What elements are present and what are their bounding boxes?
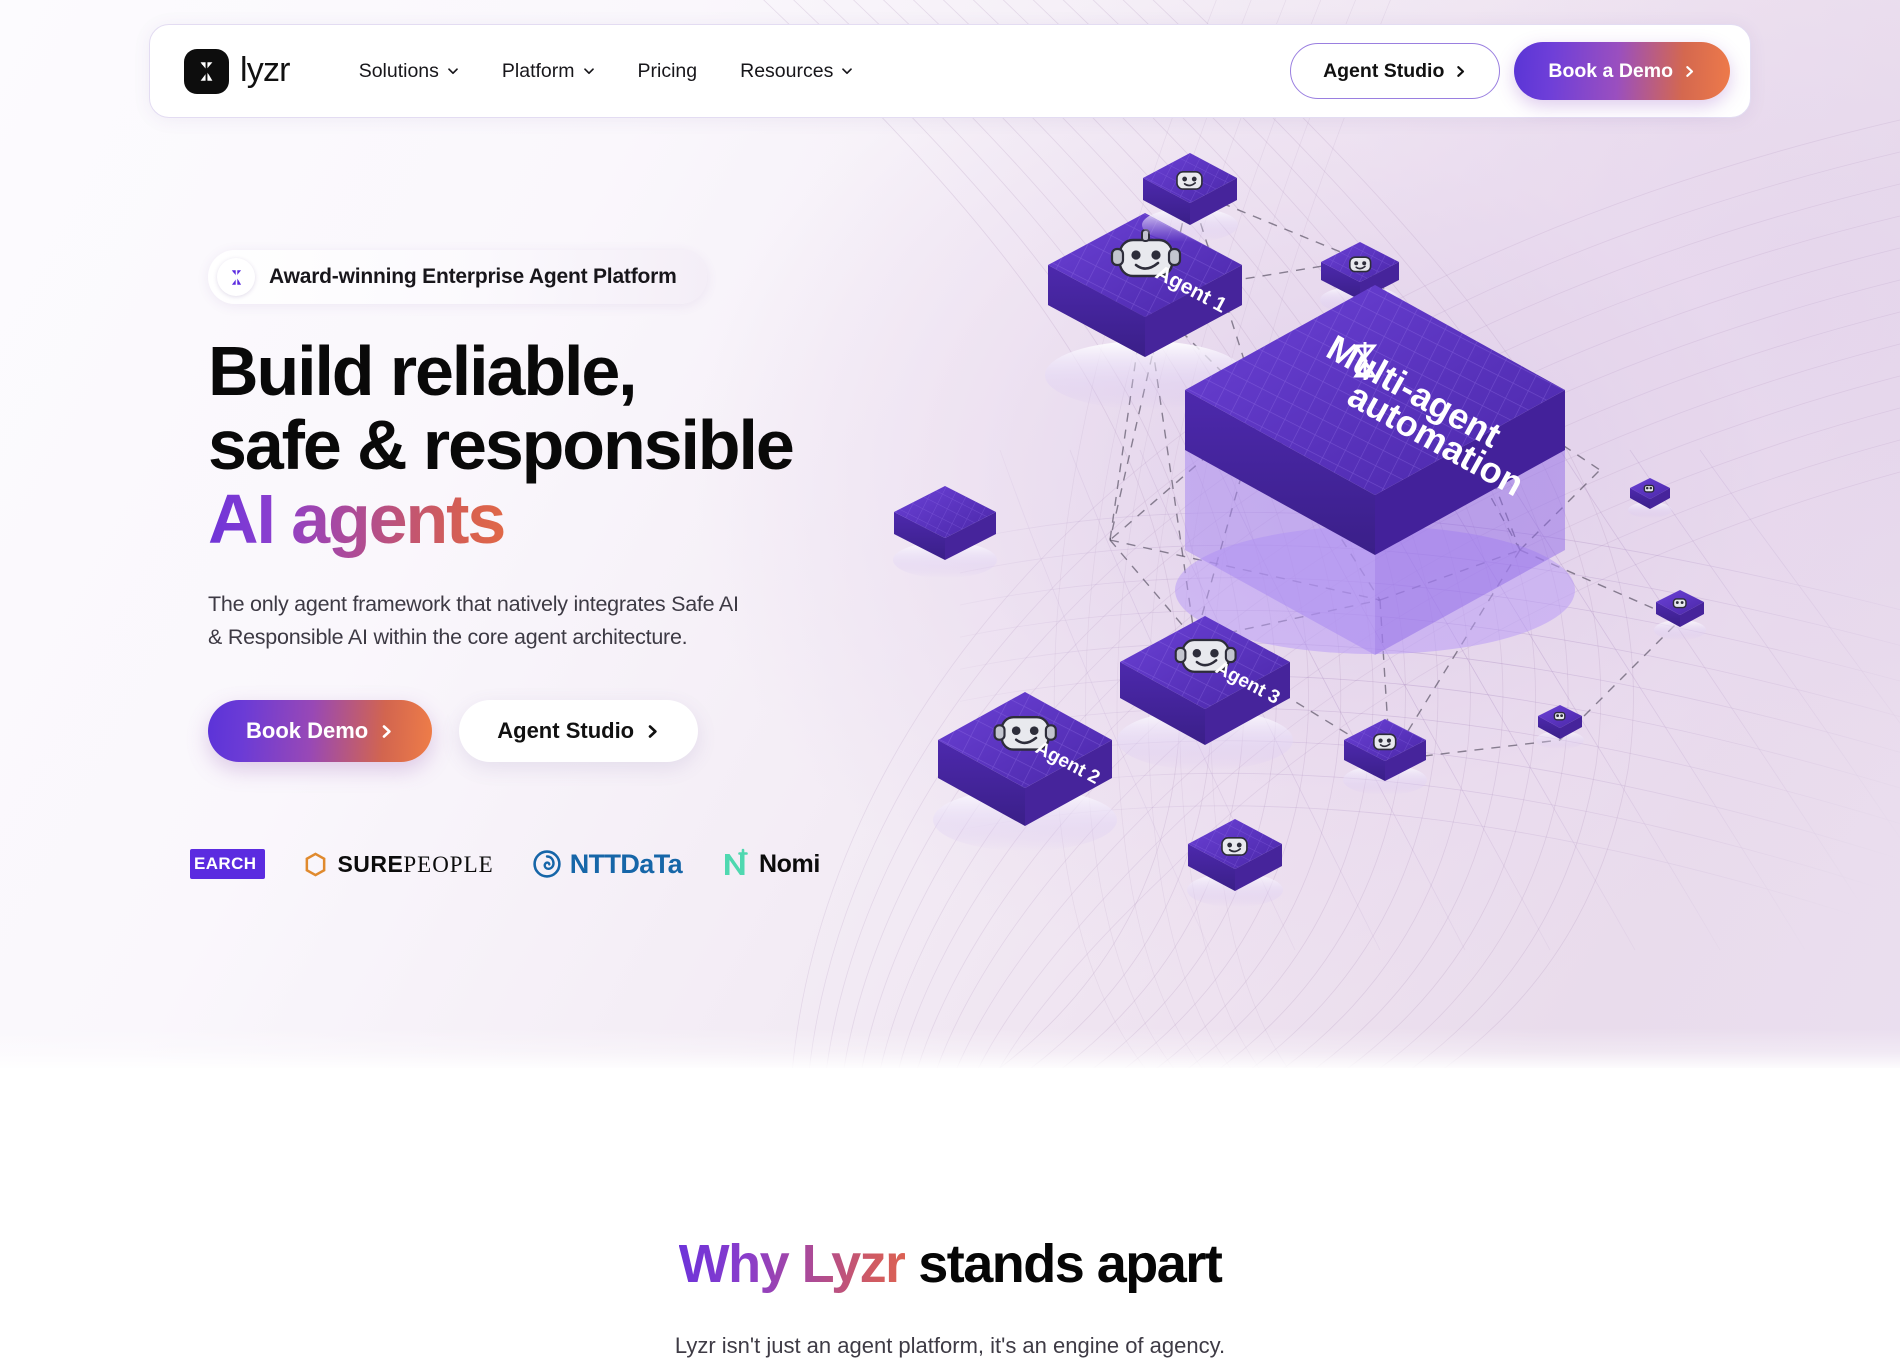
why-lyzr-section: Why Lyzr stands apart Lyzr isn't just an…: [0, 1068, 1900, 1358]
surepeople-hex-icon: [306, 852, 326, 877]
agent-studio-hero-button[interactable]: Agent Studio: [459, 700, 699, 763]
award-badge: Award-winning Enterprise Agent Platform: [208, 250, 707, 304]
book-a-demo-button[interactable]: Book a Demo: [1514, 42, 1730, 100]
robot-face-icon: [1553, 711, 1566, 721]
book-demo-button-label: Book Demo: [246, 718, 369, 744]
chevron-right-icon: [648, 724, 657, 738]
agent-studio-button[interactable]: Agent Studio: [1290, 43, 1501, 99]
headline-line-1: Build reliable,: [208, 332, 638, 410]
ntt-circle-icon: [533, 850, 561, 878]
navbar: lyzr Solutions Platform Pricing Resource…: [149, 24, 1751, 118]
agent-node-small-top: [1142, 153, 1238, 242]
agent-node-small-right-mid: [1343, 719, 1427, 795]
robot-face-icon: [1176, 171, 1203, 190]
hero-subtitle-line-1: The only agent framework that natively i…: [208, 591, 739, 616]
chevron-right-icon: [1686, 65, 1694, 77]
agent-studio-button-label: Agent Studio: [1323, 59, 1445, 82]
why-lyzr-subtitle: Lyzr isn't just an agent platform, it's …: [674, 1333, 1226, 1358]
chevron-down-icon: [583, 68, 594, 75]
logo-nomi-text: Nomi: [759, 849, 820, 878]
logo-ntt-data-text: NTTDaTa: [569, 848, 683, 879]
hero-copy: Award-winning Enterprise Agent Platform …: [190, 250, 908, 884]
why-lyzr-title-gradient: Why Lyzr: [678, 1234, 907, 1294]
logo-surepeople-text: SUREPEOPLE: [337, 851, 493, 878]
nav-item-label: Resources: [740, 59, 834, 82]
logo-surepeople: SUREPEOPLE: [303, 851, 493, 878]
hero-section: lyzr Solutions Platform Pricing Resource…: [0, 0, 1900, 1068]
book-demo-button[interactable]: Book Demo: [208, 700, 433, 763]
book-a-demo-button-label: Book a Demo: [1548, 59, 1673, 82]
agent-node-small-bottom: [1187, 819, 1283, 907]
nav-item-label: Pricing: [637, 59, 698, 82]
why-lyzr-title-rest: stands apart: [904, 1234, 1223, 1294]
robot-face-icon: [1373, 733, 1397, 751]
hero-subtitle: The only agent framework that natively i…: [208, 588, 908, 655]
why-lyzr-title: Why Lyzr stands apart: [0, 1233, 1900, 1295]
chevron-right-icon: [382, 724, 391, 738]
robot-face-icon: [1643, 484, 1655, 493]
hero-subtitle-line-2: & Responsible AI within the core agent a…: [208, 624, 688, 649]
hero-bottom-fade: [0, 1028, 1900, 1068]
agent-node-small-mid-left: [893, 486, 997, 578]
nav-item-label: Platform: [501, 59, 575, 82]
lyzr-logo-icon: [184, 48, 229, 94]
agent-node-2: Agent 2: [933, 692, 1117, 851]
multi-agent-illustration: Agent 1 Multi-agent automation Agent 3 A…: [893, 120, 1900, 960]
nav-item-resources[interactable]: Resources: [740, 60, 853, 83]
hero-headline: Build reliable, safe & responsible AI ag…: [208, 332, 908, 558]
headline-line-2: safe & responsible: [208, 405, 795, 484]
headline-line-3-gradient: AI agents: [208, 479, 506, 558]
nav-actions: Agent Studio Book a Demo: [1290, 42, 1730, 100]
logo-nomi: Nomi: [720, 848, 820, 880]
robot-face-icon: [1672, 598, 1687, 609]
logo-research: EARCH: [190, 849, 266, 880]
brand-name: lyzr: [240, 51, 290, 89]
surepeople-light: PEOPLE: [403, 851, 494, 877]
agent-studio-hero-button-label: Agent Studio: [497, 718, 635, 744]
customer-logo-strip: EARCH SUREPEOPLE NTTDaTa Nomi: [190, 844, 908, 884]
nav-item-platform[interactable]: Platform: [502, 60, 595, 83]
surepeople-bold: SURE: [337, 850, 404, 877]
award-badge-label: Award-winning Enterprise Agent Platform: [269, 265, 677, 288]
robot-face-icon: [1221, 837, 1248, 856]
nav-item-solutions[interactable]: Solutions: [359, 60, 459, 83]
nav-item-pricing[interactable]: Pricing: [638, 60, 698, 83]
chevron-down-icon: [448, 68, 458, 75]
center-card-multi-agent-automation: Multi-agent automation: [1175, 285, 1575, 655]
logo-ntt-data: NTTDaTa: [532, 848, 683, 880]
robot-face-icon: [1349, 256, 1372, 273]
chevron-right-icon: [1457, 65, 1465, 77]
hero-cta-row: Book Demo Agent Studio: [208, 700, 908, 763]
lyzr-logo-icon: [217, 258, 255, 296]
nav-links: Solutions Platform Pricing Resources: [359, 60, 854, 83]
nav-item-label: Solutions: [358, 59, 439, 82]
brand-logo[interactable]: lyzr: [184, 48, 290, 94]
nomi-n-icon: [725, 848, 748, 876]
agent-node-tiny-far-right: [1628, 478, 1672, 518]
chevron-down-icon: [842, 68, 853, 75]
